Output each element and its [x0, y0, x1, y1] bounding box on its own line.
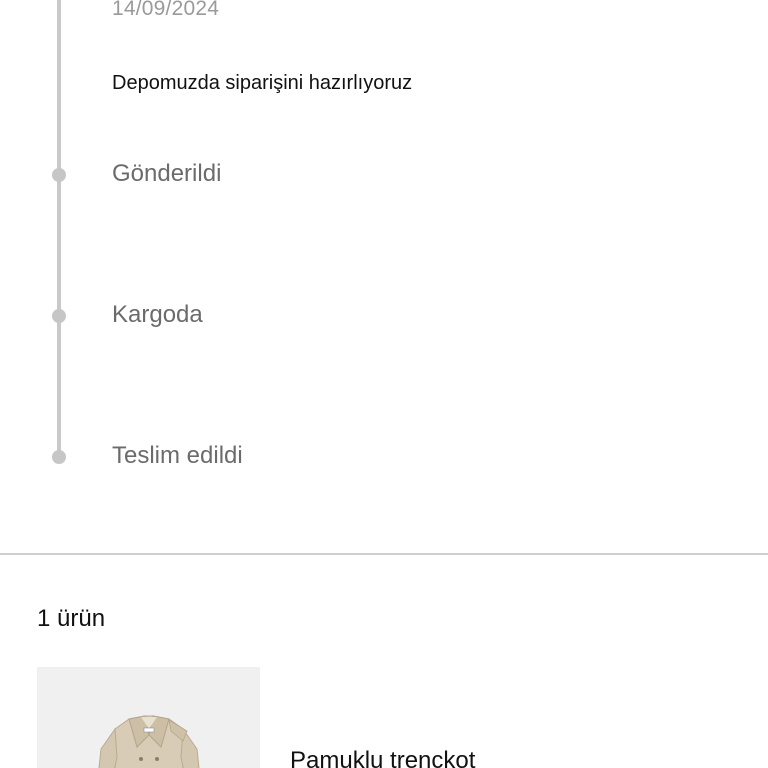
timeline-dot-shipped — [52, 168, 66, 182]
trench-coat-image — [98, 715, 200, 768]
product-name[interactable]: Pamuklu trençkot — [290, 747, 475, 768]
product-image[interactable] — [37, 667, 260, 768]
timeline-dot-in-transit — [52, 309, 66, 323]
step-shipped-label: Gönderildi — [112, 160, 222, 187]
section-divider — [0, 553, 768, 555]
step-delivered-label: Teslim edildi — [112, 442, 243, 469]
items-count: 1 ürün — [37, 605, 106, 632]
step-in-transit-label: Kargoda — [112, 301, 203, 328]
timeline-dot-delivered — [52, 450, 66, 464]
order-status-timeline: 14/09/2024 Depomuzda siparişini hazırlıy… — [0, 0, 768, 555]
timeline-line — [57, 0, 61, 460]
order-tracking-page: 14/09/2024 Depomuzda siparişini hazırlıy… — [0, 0, 768, 768]
status-date: 14/09/2024 — [112, 0, 220, 20]
status-description: Depomuzda siparişini hazırlıyoruz — [112, 72, 413, 94]
